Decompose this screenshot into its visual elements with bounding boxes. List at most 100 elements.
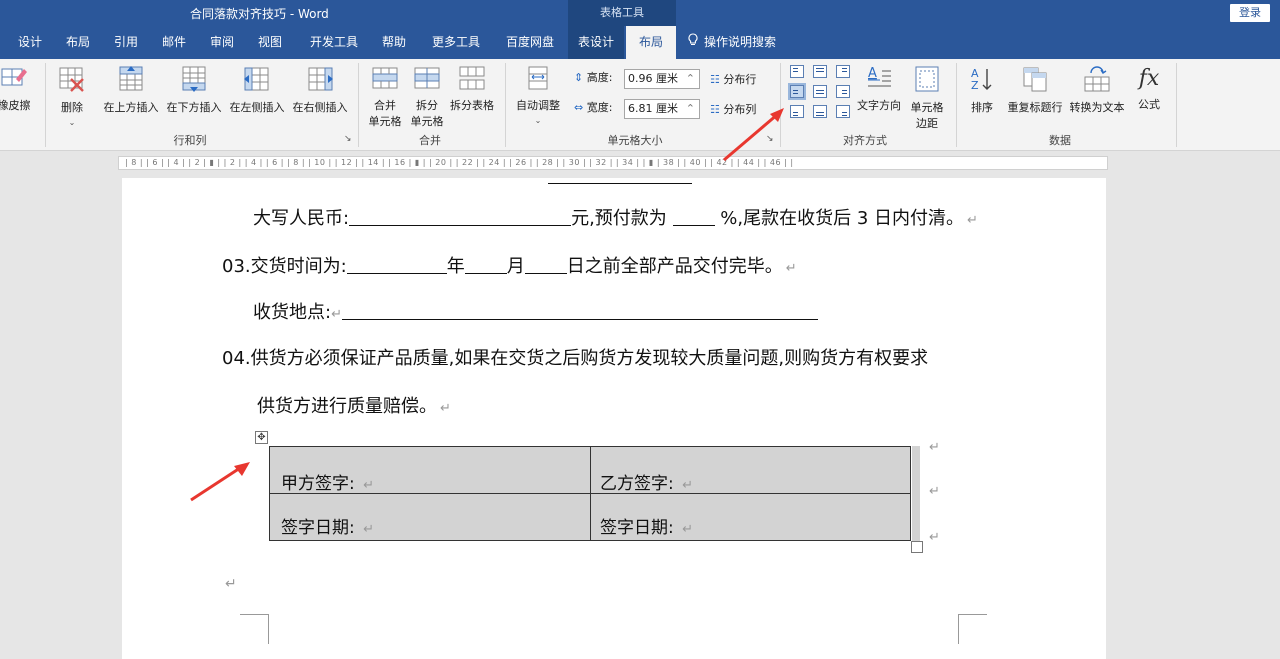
repeat-header-icon (1004, 65, 1066, 96)
party-b-signature-cell[interactable]: 乙方签字: ↵ (600, 469, 693, 494)
align-bottom-right-button[interactable] (836, 105, 850, 118)
distribute-rows-button[interactable]: ☷ 分布行 (710, 71, 756, 87)
party-b-signature-label: 乙方签字: (600, 474, 680, 494)
table-move-handle-icon[interactable]: ✥ (255, 431, 268, 444)
party-a-date-cell[interactable]: 签字日期: ↵ (281, 513, 374, 538)
tell-me-search[interactable]: 操作说明搜索 (688, 26, 798, 59)
eraser-button[interactable]: 橡皮擦 (0, 65, 32, 113)
paragraph-mark: ↵ (331, 307, 342, 322)
align-bottom-center-button[interactable] (813, 105, 827, 118)
insert-right-button[interactable]: 在右侧插入 (289, 65, 351, 115)
cell-end-mark: ↵ (682, 522, 694, 537)
group-separator (45, 63, 46, 147)
merge-cells-button[interactable]: 合并 单元格 (364, 65, 406, 129)
table-resize-handle[interactable] (911, 541, 923, 553)
spinner-icon[interactable]: ⌃ (686, 100, 695, 118)
text-direction-label: 文字方向 (857, 99, 901, 112)
insert-left-button[interactable]: 在左侧插入 (226, 65, 288, 115)
tab-references[interactable]: 引用 (106, 26, 146, 59)
merge-cells-label-2: 单元格 (368, 115, 402, 128)
group-separator (505, 63, 506, 147)
cell-margins-label-2: 边距 (916, 117, 938, 130)
cell-margins-button[interactable]: 单元格 边距 (906, 65, 948, 131)
spinner-icon[interactable]: ⌃ (686, 70, 695, 88)
autofit-button[interactable]: 自动调整 ⌄ (512, 65, 564, 126)
cell-margins-label-1: 单元格 (910, 101, 944, 114)
doc-line-compensation[interactable]: 供货方进行质量赔偿。 ↵ (257, 392, 451, 418)
delete-button[interactable]: 删除 ⌄ (52, 65, 92, 128)
split-cells-button[interactable]: 拆分 单元格 (406, 65, 448, 129)
align-top-right-button[interactable] (836, 65, 850, 78)
chevron-down-icon: ⌄ (534, 116, 542, 125)
insert-above-label: 在上方插入 (103, 101, 159, 114)
convert-to-text-icon (1066, 65, 1128, 96)
split-cells-icon (406, 65, 448, 94)
delete-table-icon (52, 65, 92, 96)
horizontal-ruler[interactable]: | 8 | | 6 | | 4 | | 2 | ▮ | | 2 | | 4 | … (118, 156, 1108, 170)
row-height-icon: ⇕ (574, 71, 584, 84)
paragraph-mark: ↵ (440, 401, 451, 416)
doc-line-quality[interactable]: 04.供货方必须保证产品质量,如果在交货之后购货方发现较大质量问题,则购货方有权… (222, 344, 928, 370)
delivery-time-label: 03.交货时间为: (222, 256, 347, 277)
tab-baidu-netdisk[interactable]: 百度网盘 (498, 26, 562, 59)
year-blank (346, 256, 447, 274)
autofit-icon (512, 65, 564, 94)
document-page[interactable] (122, 178, 1106, 659)
dialog-launcher-icon[interactable]: ↘ (344, 134, 352, 144)
row-height-input[interactable]: 0.96 厘米 ⌃ (624, 69, 700, 89)
text-direction-button[interactable]: A 文字方向 (854, 65, 904, 113)
alignment-group-label: 对齐方式 (843, 134, 887, 147)
cell-end-mark: ↵ (363, 478, 375, 493)
sort-button[interactable]: AZ 排序 (964, 65, 1000, 115)
paragraph-mark: ↵ (967, 213, 978, 228)
tab-help[interactable]: 帮助 (374, 26, 414, 59)
tab-review[interactable]: 审阅 (202, 26, 242, 59)
tab-more-tools[interactable]: 更多工具 (424, 26, 488, 59)
tab-layout[interactable]: 布局 (58, 26, 98, 59)
merge-group-label: 合并 (419, 134, 441, 147)
tab-design[interactable]: 设计 (10, 26, 50, 59)
doc-line-delivery-time[interactable]: 03.交货时间为: 年 月 日之前全部产品交付完毕。 ↵ (222, 252, 797, 278)
delivery-place-label: 收货地点: (253, 302, 332, 323)
split-table-button[interactable]: 拆分表格 (447, 65, 497, 113)
convert-to-text-button[interactable]: 转换为文本 (1066, 65, 1128, 115)
tab-view[interactable]: 视图 (250, 26, 290, 59)
repeat-header-label: 重复标题行 (1007, 101, 1063, 114)
login-button[interactable]: 登录 (1230, 4, 1270, 22)
table-tools-context-label: 表格工具 (568, 0, 676, 26)
doc-line-amount[interactable]: 大写人民币: 元,预付款为 %,尾款在收货后 3 日内付清。 ↵ (253, 204, 978, 230)
doc-line-delivery-place[interactable]: 收货地点:↵ (253, 298, 818, 324)
col-width-input[interactable]: 6.81 厘米 ⌃ (624, 99, 700, 119)
cell-end-mark: ↵ (682, 478, 694, 493)
align-middle-center-button[interactable] (813, 85, 827, 98)
insert-below-button[interactable]: 在下方插入 (163, 65, 225, 115)
row-end-mark: ↵ (929, 530, 940, 545)
row-height-value: 0.96 厘米 (628, 72, 678, 85)
tab-developer[interactable]: 开发工具 (302, 26, 366, 59)
align-top-center-button[interactable] (813, 65, 827, 78)
align-middle-right-button[interactable] (836, 85, 850, 98)
party-b-date-cell[interactable]: 签字日期: ↵ (600, 513, 693, 538)
align-top-left-button[interactable] (790, 65, 804, 78)
distribute-rows-label: 分布行 (723, 73, 757, 86)
tell-me-label: 操作说明搜索 (704, 35, 777, 49)
tab-table-layout[interactable]: 布局 (626, 26, 676, 59)
row-height-control: ⇕ 高度: (574, 69, 612, 85)
data-group-label: 数据 (1049, 134, 1071, 147)
group-separator (956, 63, 957, 147)
month-label: 月 (506, 256, 525, 277)
annotation-arrow-icon (190, 462, 250, 502)
repeat-header-button[interactable]: 重复标题行 (1004, 65, 1066, 115)
eraser-label: 橡皮擦 (0, 99, 31, 112)
formula-button[interactable]: fx 公式 (1132, 65, 1166, 112)
chevron-down-icon: ⌄ (68, 118, 76, 127)
insert-above-button[interactable]: 在上方插入 (100, 65, 162, 115)
tab-mailings[interactable]: 邮件 (154, 26, 194, 59)
cell-end-mark: ↵ (363, 522, 375, 537)
align-middle-left-button[interactable] (788, 83, 806, 100)
align-bottom-left-button[interactable] (790, 105, 804, 118)
signature-table[interactable]: 甲方签字: ↵ 乙方签字: ↵ 签字日期: ↵ 签字日期: ↵ (269, 446, 911, 541)
tab-table-design[interactable]: 表设计 (568, 26, 624, 59)
party-a-signature-cell[interactable]: 甲方签字: ↵ (281, 469, 374, 494)
annotation-arrow-icon (723, 108, 784, 162)
